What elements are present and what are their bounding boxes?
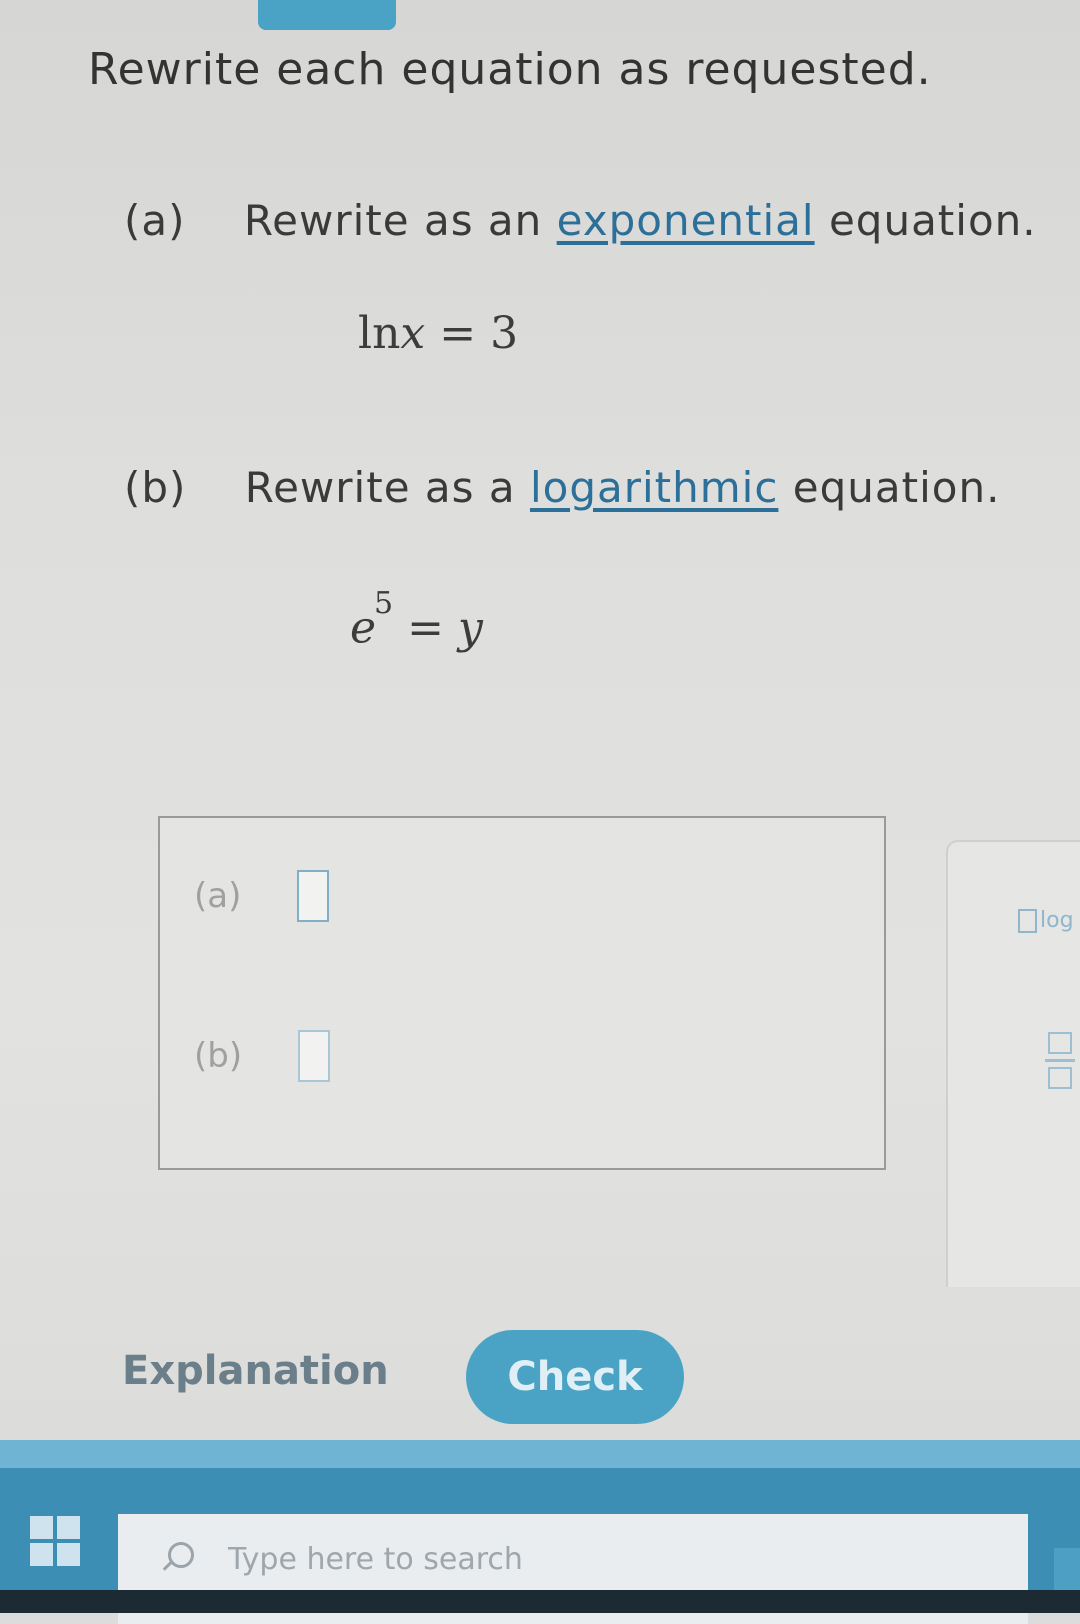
part-a-prompt: (a) Rewrite as an exponential equation. [124, 196, 1037, 245]
math-toolbar: log [946, 840, 1080, 1287]
part-a-label: (a) [124, 196, 186, 245]
equation-b-base: e [350, 602, 377, 654]
answer-a-input[interactable] [297, 870, 330, 922]
explanation-button[interactable]: Explanation [122, 1348, 389, 1394]
placeholder-box-icon [1018, 908, 1037, 933]
part-b-prompt: (b) Rewrite as a logarithmic equation. [124, 463, 1000, 512]
part-b-label: (b) [124, 463, 187, 512]
windows-start-icon[interactable] [30, 1516, 80, 1566]
equation-a-var: x [400, 308, 426, 359]
answer-b-label: (b) [194, 1036, 243, 1076]
exponential-link[interactable]: exponential [557, 196, 815, 245]
problem-page: Rewrite each equation as requested. (a) … [0, 0, 1080, 1440]
equation-a-fn: ln [358, 308, 401, 359]
answer-row-a: (a) [194, 870, 330, 922]
equation-b-var: y [458, 602, 483, 654]
fraction-button[interactable] [1042, 1032, 1078, 1089]
log-button[interactable]: log [1018, 908, 1074, 933]
answer-b-input[interactable] [298, 1030, 331, 1082]
equation-b-exponent: 5 [374, 586, 394, 621]
part-a-prompt-end: equation. [828, 196, 1037, 245]
page-footer-band [0, 1440, 1080, 1468]
search-icon [158, 1542, 194, 1578]
search-placeholder: Type here to search [228, 1542, 523, 1577]
equation-b: e5 = y [350, 586, 483, 654]
log-button-label: log [1040, 908, 1074, 933]
answer-row-b: (b) [194, 1030, 331, 1082]
equation-a: lnx = 3 [358, 308, 518, 359]
fraction-bar-icon [1045, 1059, 1075, 1062]
answer-a-label: (a) [194, 876, 242, 916]
numerator-box-icon [1048, 1032, 1072, 1054]
equation-a-rest: = 3 [439, 308, 519, 359]
part-b-prompt-end: equation. [792, 463, 1001, 512]
monitor-bezel [0, 1590, 1080, 1613]
page-title: Rewrite each equation as requested. [88, 44, 932, 95]
top-tab[interactable] [258, 0, 396, 30]
answer-box: (a) (b) [158, 816, 886, 1170]
denominator-box-icon [1048, 1067, 1072, 1089]
part-b-prompt-text: Rewrite as a [244, 463, 516, 512]
equation-b-equals: = [407, 602, 445, 654]
logarithmic-link[interactable]: logarithmic [530, 463, 778, 512]
check-button[interactable]: Check [466, 1330, 684, 1424]
part-a-prompt-text: Rewrite as an [243, 196, 543, 245]
